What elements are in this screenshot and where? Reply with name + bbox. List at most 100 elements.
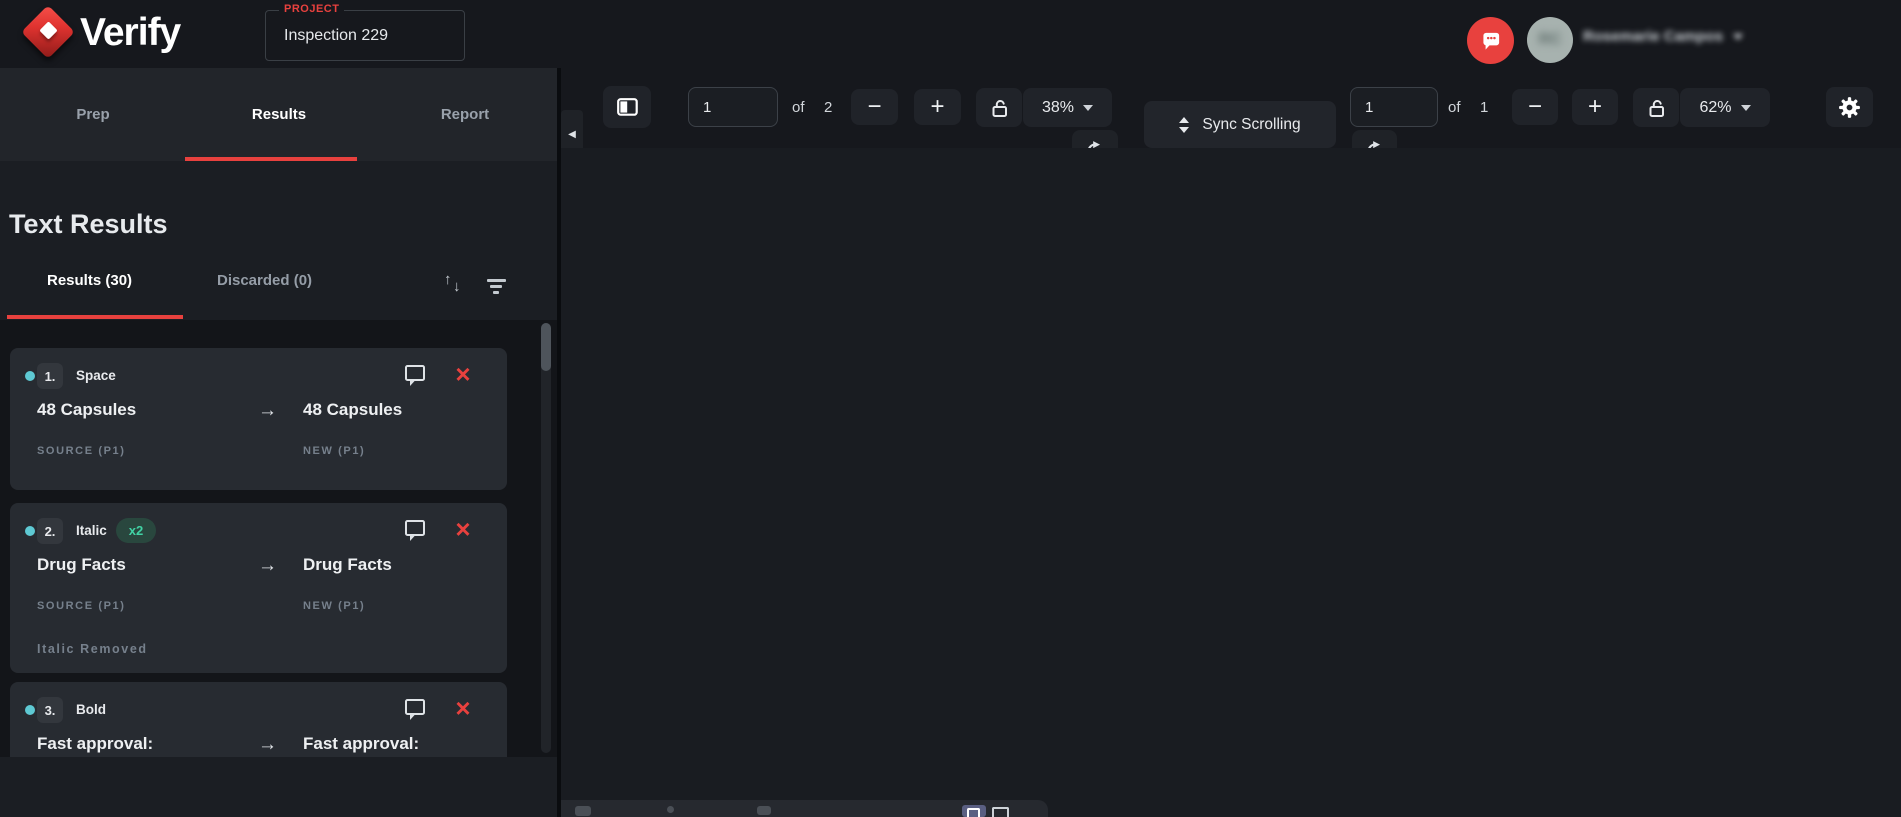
panel-footer bbox=[0, 757, 557, 817]
chat-bubble-icon bbox=[1478, 28, 1504, 54]
sort-down-arrow-icon: ↓ bbox=[453, 278, 461, 295]
page-title: Text Results bbox=[9, 209, 168, 240]
verify-app: Verify PROJECT RC Rosemarie Campos Prep bbox=[0, 0, 1901, 817]
result-card-3[interactable]: 3. Bold × Fast approval: → Fast approval… bbox=[10, 682, 507, 757]
result-number-badge: 1. bbox=[37, 363, 63, 389]
tab-report[interactable]: Report bbox=[372, 68, 558, 161]
clipped-tool-icon[interactable] bbox=[575, 806, 591, 816]
collapse-left-icon: ◀ bbox=[568, 129, 576, 140]
active-view-mode-button[interactable] bbox=[962, 805, 986, 817]
discard-result-button[interactable]: × bbox=[448, 358, 478, 390]
active-subtab-underline bbox=[7, 315, 183, 319]
left-zoom-in-button[interactable]: + bbox=[914, 89, 961, 125]
sort-button[interactable]: ↑ ↓ bbox=[444, 273, 468, 297]
user-name: Rosemarie Campos bbox=[1583, 28, 1723, 45]
chevron-down-icon bbox=[1733, 34, 1743, 40]
result-status-dot bbox=[25, 705, 35, 715]
left-page-total: 2 bbox=[824, 99, 832, 116]
support-chat-button[interactable] bbox=[1467, 17, 1514, 64]
project-name-input[interactable] bbox=[272, 21, 452, 51]
document-viewer-canvas[interactable] bbox=[561, 148, 1901, 817]
new-text: Fast approval: bbox=[303, 734, 419, 754]
comment-button[interactable] bbox=[402, 363, 428, 389]
right-zoom-lock-button[interactable] bbox=[1633, 88, 1679, 127]
results-panel-header: Text Results Results (30) Discarded (0) … bbox=[0, 161, 557, 320]
result-card-1[interactable]: 1. Space × 48 Capsules → 48 Capsules SOU… bbox=[10, 348, 507, 490]
minus-icon: − bbox=[1528, 95, 1542, 119]
tab-discarded-list-label: Discarded (0) bbox=[217, 272, 312, 289]
workflow-tabs: Prep Results Report bbox=[0, 68, 557, 161]
source-text: Drug Facts bbox=[37, 555, 126, 575]
results-scrollbar-thumb[interactable] bbox=[541, 323, 551, 371]
filter-line-3 bbox=[493, 291, 499, 294]
occurrence-count-badge: x2 bbox=[116, 518, 156, 543]
result-card-2[interactable]: 2. Italic x2 × Drug Facts → Drug Facts S… bbox=[10, 503, 507, 673]
result-type-label: Space bbox=[76, 368, 116, 383]
result-note: Italic Removed bbox=[37, 642, 148, 656]
minus-icon: − bbox=[867, 95, 881, 119]
tab-discarded-list[interactable]: Discarded (0) bbox=[217, 272, 312, 289]
chevron-down-icon bbox=[1741, 105, 1751, 111]
left-zoom-value: 38% bbox=[1042, 99, 1074, 117]
left-page-input[interactable] bbox=[688, 87, 778, 127]
new-text: 48 Capsules bbox=[303, 400, 402, 420]
viewer-bottom-toolbar bbox=[561, 800, 1048, 817]
source-page-label: SOURCE (P1) bbox=[37, 445, 126, 457]
comment-button[interactable] bbox=[402, 697, 428, 723]
new-page-label: NEW (P1) bbox=[303, 445, 365, 457]
left-zoom-out-button[interactable]: − bbox=[851, 89, 898, 125]
right-zoom-in-button[interactable]: + bbox=[1572, 89, 1618, 125]
project-field: PROJECT bbox=[265, 10, 465, 61]
tab-results-label: Results bbox=[252, 106, 306, 123]
right-zoom-value: 62% bbox=[1699, 99, 1731, 117]
plus-icon: + bbox=[930, 95, 944, 119]
results-list: 1. Space × 48 Capsules → 48 Capsules SOU… bbox=[0, 320, 557, 757]
plus-icon: + bbox=[1588, 95, 1602, 119]
arrow-right-icon: → bbox=[258, 555, 277, 577]
unlock-icon bbox=[1645, 97, 1668, 119]
arrow-right-icon: → bbox=[258, 734, 277, 756]
results-scrollbar-track[interactable] bbox=[541, 323, 551, 753]
settings-button[interactable] bbox=[1826, 87, 1873, 127]
result-status-dot bbox=[25, 526, 35, 536]
comment-bubble-icon bbox=[403, 363, 427, 388]
tab-report-label: Report bbox=[441, 106, 489, 123]
right-page-input[interactable] bbox=[1350, 87, 1438, 127]
brand-title: Verify bbox=[80, 11, 180, 55]
tab-prep[interactable]: Prep bbox=[0, 68, 186, 161]
new-text: Drug Facts bbox=[303, 555, 392, 575]
close-icon: × bbox=[455, 359, 470, 389]
new-page-label: NEW (P1) bbox=[303, 600, 365, 612]
comment-button[interactable] bbox=[402, 518, 428, 544]
tab-results-list[interactable]: Results (30) bbox=[47, 272, 132, 289]
discard-result-button[interactable]: × bbox=[448, 513, 478, 545]
user-initials: RC bbox=[1538, 31, 1561, 49]
gear-icon bbox=[1837, 95, 1862, 120]
user-avatar[interactable]: RC bbox=[1527, 17, 1573, 63]
user-menu[interactable]: Rosemarie Campos bbox=[1583, 28, 1743, 45]
project-field-label: PROJECT bbox=[279, 3, 344, 15]
close-icon: × bbox=[455, 693, 470, 723]
view-mode-icon bbox=[967, 808, 980, 817]
comment-bubble-icon bbox=[403, 697, 427, 722]
clipped-tool-icon[interactable] bbox=[757, 806, 771, 815]
filter-line-1 bbox=[487, 279, 506, 282]
sync-scrolling-button[interactable]: Sync Scrolling bbox=[1144, 101, 1336, 148]
tab-results[interactable]: Results bbox=[186, 68, 372, 161]
right-zoom-level-dropdown[interactable]: 62% bbox=[1680, 88, 1770, 127]
discard-result-button[interactable]: × bbox=[448, 692, 478, 724]
layout-toggle-button[interactable] bbox=[603, 86, 651, 128]
right-page-of-label: of bbox=[1448, 99, 1461, 116]
right-zoom-out-button[interactable]: − bbox=[1512, 89, 1558, 125]
left-zoom-level-dropdown[interactable]: 38% bbox=[1023, 88, 1112, 127]
source-text: Fast approval: bbox=[37, 734, 153, 754]
right-page-total: 1 bbox=[1480, 99, 1488, 116]
clipped-tool-icon[interactable] bbox=[667, 806, 674, 813]
comment-bubble-icon bbox=[403, 518, 427, 543]
left-zoom-lock-button[interactable] bbox=[976, 88, 1022, 127]
filter-button[interactable] bbox=[486, 279, 506, 295]
split-pane-icon bbox=[617, 98, 638, 116]
chevron-down-icon bbox=[1083, 105, 1093, 111]
view-mode-button[interactable] bbox=[992, 807, 1009, 817]
filter-line-2 bbox=[490, 285, 502, 288]
